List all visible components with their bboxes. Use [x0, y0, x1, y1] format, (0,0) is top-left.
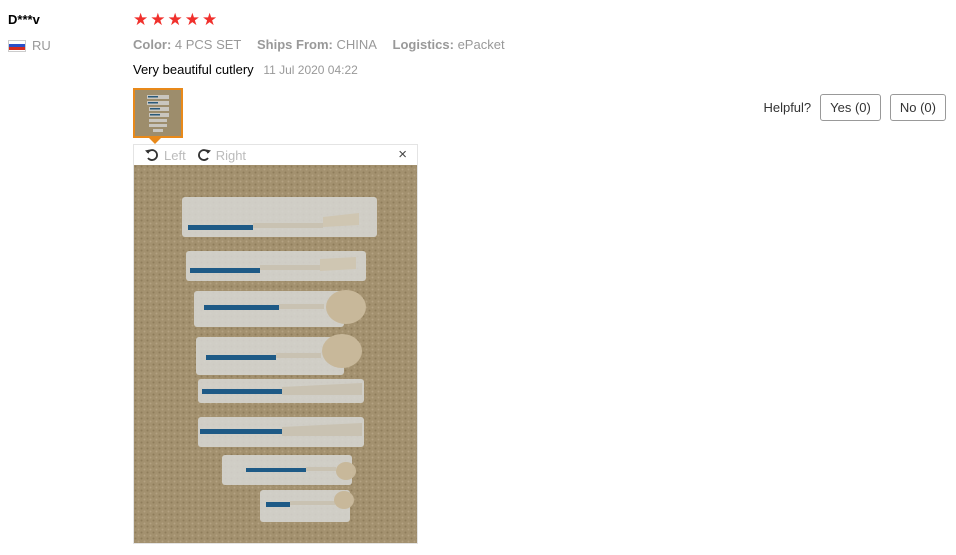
helpful-label: Helpful? — [763, 100, 812, 115]
rotate-left-icon — [145, 149, 158, 161]
knife-2 — [198, 417, 364, 447]
rotate-left-button[interactable]: Left — [144, 147, 186, 163]
russia-flag-icon — [8, 39, 26, 52]
thumbnail-pointer — [148, 137, 162, 144]
rotate-left-label: Left — [164, 147, 186, 163]
star-icon: ★ — [150, 10, 166, 29]
review-photo-thumbnail[interactable] — [133, 88, 183, 138]
teaspoon-1 — [222, 455, 356, 485]
spoon-2 — [196, 334, 362, 375]
logistics-label: Logistics: — [392, 37, 454, 52]
rotate-right-label: Right — [215, 147, 247, 163]
review-date: 11 Jul 2020 04:22 — [263, 63, 358, 77]
reviewer-name: D***v — [8, 12, 40, 27]
star-icon: ★ — [167, 10, 183, 29]
star-icon: ★ — [184, 10, 200, 29]
rotate-right-icon — [197, 149, 211, 161]
teaspoon-2 — [260, 490, 354, 522]
country-code: RU — [32, 38, 51, 53]
fork-1 — [182, 197, 377, 237]
helpful-yes-button[interactable]: Yes (0) — [820, 94, 881, 121]
ships-from-label: Ships From: — [257, 37, 333, 52]
review-content: Very beautiful cutlery 11 Jul 2020 04:22 — [133, 62, 358, 77]
rotate-right-button[interactable]: Right — [196, 147, 246, 163]
review-text: Very beautiful cutlery — [133, 62, 254, 77]
close-icon[interactable]: × — [398, 146, 407, 163]
helpful-no-button[interactable]: No (0) — [889, 94, 946, 121]
ships-from-value: CHINA — [336, 37, 377, 52]
review-photo — [134, 165, 417, 543]
star-rating: ★ ★ ★ ★ ★ — [133, 11, 217, 29]
fork-2 — [186, 251, 366, 281]
viewer-toolbar: Left Right × — [134, 145, 417, 165]
logistics-value: ePacket — [457, 37, 505, 52]
color-value: 4 PCS SET — [174, 37, 242, 52]
image-viewer: Left Right × — [133, 144, 418, 544]
knife-1 — [198, 379, 364, 403]
star-icon: ★ — [133, 10, 149, 29]
color-label: Color: — [133, 37, 172, 52]
spoon-1 — [194, 290, 366, 327]
helpful-voting: Helpful? Yes (0) No (0) — [763, 94, 946, 121]
reviewer-country: RU — [8, 38, 51, 53]
order-specs: Color: 4 PCS SET Ships From: CHINA Logis… — [133, 37, 517, 52]
star-icon: ★ — [202, 10, 218, 29]
